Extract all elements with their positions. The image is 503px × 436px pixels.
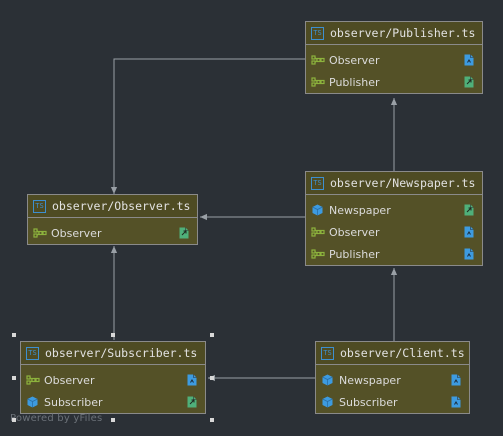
member-label: Newspaper	[339, 373, 401, 387]
node-header[interactable]: TS observer/Observer.ts	[28, 195, 197, 218]
node-header[interactable]: TS observer/Client.ts	[316, 342, 469, 365]
powered-by-label: Powered by yFiles	[10, 413, 103, 424]
selection-handle[interactable]	[12, 418, 16, 422]
selection-handle[interactable]	[111, 418, 115, 422]
member-row[interactable]: Subscriber	[21, 391, 205, 413]
class-icon	[27, 396, 38, 408]
typescript-file-icon: TS	[311, 176, 324, 190]
member-label: Publisher	[329, 75, 380, 89]
node-title: observer/Subscriber.ts	[45, 346, 198, 360]
file-icon[interactable]	[451, 374, 461, 386]
file-icon[interactable]	[464, 54, 474, 66]
member-label: Observer	[329, 225, 380, 239]
member-label: Observer	[44, 373, 95, 387]
typescript-file-icon: TS	[311, 26, 324, 40]
member-row[interactable]: Newspaper	[316, 369, 469, 391]
member-row[interactable]: Publisher	[306, 71, 482, 93]
member-row[interactable]: Newspaper	[306, 199, 482, 221]
file-icon[interactable]	[464, 226, 474, 238]
interface-icon	[311, 249, 325, 259]
member-row[interactable]: Subscriber	[316, 391, 469, 413]
file-export-icon[interactable]	[464, 204, 474, 216]
interface-icon	[33, 228, 47, 238]
node-header[interactable]: TS observer/Newspaper.ts	[306, 172, 482, 195]
member-label: Observer	[329, 53, 380, 67]
selection-handle[interactable]	[12, 333, 16, 337]
node-subscriber[interactable]: TS observer/Subscriber.ts Observer Subscrib…	[20, 341, 206, 414]
selection-handle[interactable]	[111, 333, 115, 337]
node-title: observer/Publisher.ts	[330, 26, 476, 40]
member-label: Subscriber	[339, 395, 398, 409]
interface-icon	[311, 227, 325, 237]
node-newspaper[interactable]: TS observer/Newspaper.ts Newspaper Observer…	[305, 171, 483, 266]
member-row[interactable]: Observer	[306, 49, 482, 71]
typescript-file-icon: TS	[321, 346, 334, 360]
member-label: Newspaper	[329, 203, 391, 217]
member-label: Publisher	[329, 247, 380, 261]
node-header[interactable]: TS observer/Subscriber.ts	[21, 342, 205, 365]
interface-icon	[311, 77, 325, 87]
interface-icon	[26, 375, 40, 385]
node-title: observer/Observer.ts	[52, 199, 191, 213]
member-row[interactable]: Publisher	[306, 243, 482, 265]
class-icon	[312, 204, 323, 216]
selection-handle[interactable]	[210, 333, 214, 337]
member-row[interactable]: Observer	[28, 222, 197, 244]
file-export-icon[interactable]	[187, 396, 197, 408]
member-row[interactable]: Observer	[21, 369, 205, 391]
selection-handle[interactable]	[210, 375, 214, 380]
class-icon	[322, 374, 333, 386]
selection-handle[interactable]	[12, 375, 16, 380]
node-title: observer/Newspaper.ts	[330, 176, 476, 190]
class-icon	[322, 396, 333, 408]
typescript-file-icon: TS	[33, 199, 46, 213]
interface-icon	[311, 55, 325, 65]
member-row[interactable]: Observer	[306, 221, 482, 243]
file-export-icon[interactable]	[464, 76, 474, 88]
file-icon[interactable]	[451, 396, 461, 408]
node-title: observer/Client.ts	[340, 346, 465, 360]
selection-handle[interactable]	[210, 418, 214, 422]
diagram-canvas: TS observer/Publisher.ts Observer Publisher…	[0, 0, 503, 436]
typescript-file-icon: TS	[26, 346, 39, 360]
file-icon[interactable]	[464, 248, 474, 260]
member-label: Observer	[51, 226, 102, 240]
node-header[interactable]: TS observer/Publisher.ts	[306, 22, 482, 45]
node-observer[interactable]: TS observer/Observer.ts Observer	[27, 194, 198, 245]
file-export-icon[interactable]	[179, 227, 189, 239]
member-label: Subscriber	[44, 395, 103, 409]
node-publisher[interactable]: TS observer/Publisher.ts Observer Publisher	[305, 21, 483, 94]
node-client[interactable]: TS observer/Client.ts Newspaper Subscriber	[315, 341, 470, 414]
file-icon[interactable]	[187, 374, 197, 386]
